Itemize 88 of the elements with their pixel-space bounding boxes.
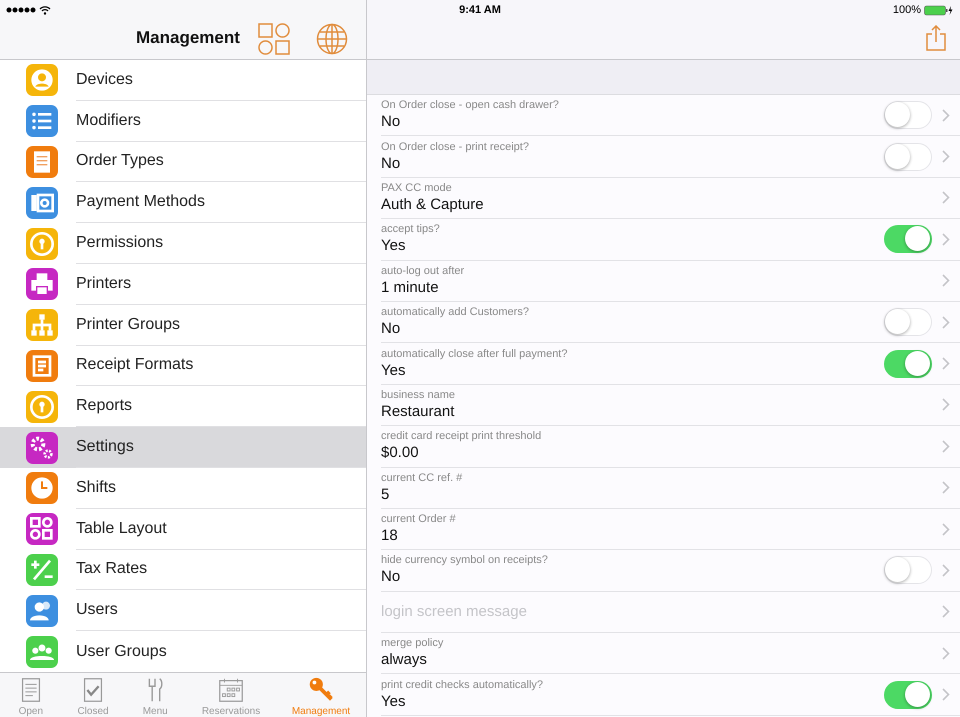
setting-row[interactable]: credit card receipt print threshold $0.00: [381, 426, 960, 468]
sidebar-item[interactable]: Printer Groups: [0, 304, 366, 346]
setting-value: No: [381, 567, 402, 586]
setting-value: 18: [381, 526, 399, 546]
setting-value: No: [381, 112, 402, 132]
setting-label: automatically close after full payment?: [381, 348, 568, 361]
chevron-icon: [942, 564, 950, 577]
sidebar-item[interactable]: Order Types: [0, 142, 366, 182]
chevron-icon: [942, 232, 950, 246]
sidebar-item[interactable]: Printers: [0, 264, 366, 305]
setting-row[interactable]: On Order close - print receipt? No: [381, 136, 960, 178]
toggle-switch[interactable]: [884, 350, 932, 378]
toggle-switch[interactable]: [884, 142, 932, 171]
sidebar-item[interactable]: Receipt Formats: [0, 346, 366, 386]
toggle-switch[interactable]: [884, 101, 932, 130]
setting-label: current Order #: [381, 513, 457, 526]
chevron-icon: [942, 646, 950, 660]
setting-value: always: [381, 650, 428, 670]
setting-row[interactable]: accept tips? Yes: [381, 219, 960, 261]
setting-value: $0.00: [381, 443, 420, 462]
setting-row[interactable]: merge policy always: [381, 633, 960, 674]
chevron-icon: [942, 274, 950, 288]
setting-label: current CC ref. #: [381, 472, 464, 485]
setting-row[interactable]: automatically close after full payment? Yes: [381, 343, 960, 385]
setting-label: merge policy: [381, 637, 444, 650]
shapes-icon[interactable]: [258, 23, 290, 55]
sidebar-item[interactable]: Devices: [0, 60, 366, 101]
setting-row[interactable]: print credit checks automatically? Yes: [381, 674, 960, 716]
wifi-icon: [39, 6, 51, 14]
setting-row[interactable]: auto-log out after 1 minute: [381, 260, 960, 302]
chevron-icon: [942, 108, 950, 122]
globe-icon[interactable]: [316, 23, 348, 55]
setting-label: On Order close - print receipt?: [381, 140, 530, 154]
sidebar-item[interactable]: Payment Methods: [0, 182, 366, 224]
toggle-switch[interactable]: [884, 556, 932, 584]
chevron-icon: [942, 605, 950, 618]
sidebar-item[interactable]: Users: [0, 590, 366, 632]
setting-value: No: [381, 319, 402, 338]
sidebar-item[interactable]: Table Layout: [0, 508, 366, 550]
battery-percent: 100%: [892, 4, 921, 16]
share-icon[interactable]: [926, 25, 946, 51]
setting-label: On Order close - open cash drawer?: [381, 99, 560, 112]
nav-title: Management: [136, 28, 240, 48]
setting-label: credit card receipt print threshold: [381, 430, 542, 444]
setting-row[interactable]: PAX CC mode Auth & Capture: [381, 178, 960, 220]
setting-value: Yes: [381, 360, 406, 380]
chevron-icon: [942, 191, 950, 204]
setting-row[interactable]: business name Restaurant: [381, 384, 960, 426]
sidebar-item[interactable]: Tax Rates: [0, 550, 366, 590]
sidebar-item[interactable]: Permissions: [0, 223, 366, 264]
setting-row[interactable]: current Order # 18: [381, 508, 960, 550]
signal-icon: [6, 7, 36, 13]
setting-value: 5: [381, 484, 390, 504]
sidebar-item[interactable]: Settings: [0, 427, 366, 468]
chevron-icon: [942, 481, 950, 494]
setting-row[interactable]: current CC ref. # 5: [381, 468, 960, 509]
setting-row[interactable]: automatically add Customers? No: [381, 302, 960, 344]
toggle-switch[interactable]: [884, 680, 932, 709]
setting-label: hide currency symbol on receipts?: [381, 554, 549, 568]
sidebar-item[interactable]: Shifts: [0, 468, 366, 509]
setting-label: auto-log out after: [381, 264, 466, 278]
chevron-icon: [942, 150, 950, 164]
setting-value: Auth & Capture: [381, 194, 485, 214]
setting-value: No: [381, 154, 402, 173]
setting-value: Yes: [381, 236, 406, 256]
chevron-icon: [942, 316, 950, 329]
setting-label: PAX CC mode: [381, 182, 453, 195]
setting-value: 1 minute: [381, 278, 440, 297]
sidebar-item[interactable]: Modifiers: [0, 100, 366, 142]
chevron-icon: [942, 357, 950, 370]
setting-row[interactable]: hide currency symbol on receipts? No: [381, 550, 960, 592]
setting-label: automatically add Customers?: [381, 306, 530, 320]
chevron-icon: [942, 688, 950, 702]
status-time: 9:41 AM: [459, 4, 501, 16]
sidebar-item[interactable]: User Groups: [0, 631, 366, 672]
setting-value: Restaurant: [381, 402, 456, 421]
chevron-icon: [942, 522, 950, 536]
setting-label: accept tips?: [381, 223, 441, 236]
toggle-switch[interactable]: [884, 225, 932, 254]
chevron-icon: [942, 440, 950, 453]
setting-label: business name: [381, 388, 456, 402]
setting-value: Yes: [381, 692, 406, 711]
chevron-icon: [942, 398, 950, 412]
toggle-switch[interactable]: [884, 308, 932, 336]
battery-icon: [924, 4, 954, 16]
setting-label: print credit checks automatically?: [381, 678, 544, 692]
setting-placeholder: login screen message: [381, 603, 528, 620]
setting-row[interactable]: On Order close - open cash drawer? No: [381, 95, 960, 136]
